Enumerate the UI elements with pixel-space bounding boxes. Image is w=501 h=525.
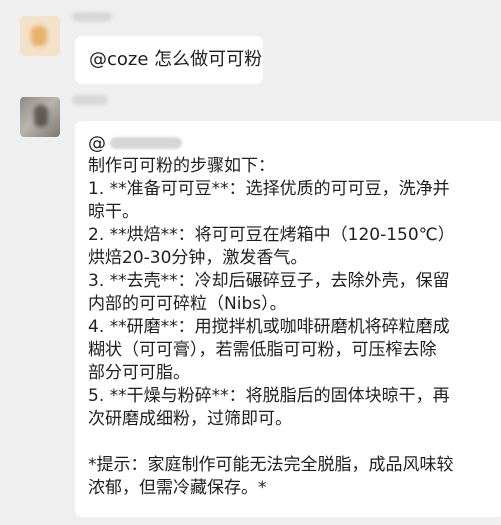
mention-name-redacted [110, 137, 182, 149]
sender-name-redacted [72, 12, 112, 22]
step-2-line: 2. **烘焙**：将可可豆在烤箱中（120-150℃） [88, 225, 455, 245]
tip-line: *提示：家庭制作可能无法完全脱脂，成品风味较 [88, 455, 454, 475]
tip-continuation: 浓郁，但需冷藏保存。* [88, 478, 267, 498]
step-2-continuation: 烘焙20-30分钟，激发香气。 [88, 248, 308, 268]
step-1-continuation: 晾干。 [88, 202, 139, 222]
message-bubble-answer[interactable]: @ 制作可可粉的步骤如下： 1. **准备可可豆**：选择优质的可可豆，洗净并 … [75, 121, 501, 517]
intro-line: 制作可可粉的步骤如下： [88, 156, 275, 176]
step-5-continuation: 次研磨成细粉，过筛即可。 [88, 409, 292, 429]
mention-prefix: @ [88, 133, 106, 154]
message-text: @coze 怎么做可可粉 [89, 49, 263, 70]
step-4-continuation-2: 部分可可脂。 [88, 363, 190, 383]
bot-avatar[interactable] [20, 97, 60, 137]
step-3-line: 3. **去壳**：冷却后碾碎豆子，去除外壳，保留 [88, 271, 450, 291]
sender-avatar[interactable] [20, 16, 60, 56]
avatar-image [34, 105, 48, 127]
bot-name-redacted [72, 95, 108, 105]
message-bubble-question[interactable]: @coze 怎么做可可粉 [75, 36, 263, 84]
mention-line: @ [88, 132, 492, 155]
step-4-continuation: 糊状（可可膏），若需低脂可可粉，可压榨去除 [88, 340, 437, 360]
step-1-line: 1. **准备可可豆**：选择优质的可可豆，洗净并 [88, 179, 450, 199]
avatar-image [31, 26, 47, 46]
step-5-line: 5. **干燥与粉碎**：将脱脂后的固体块晾干，再 [88, 386, 450, 406]
step-3-continuation: 内部的可可碎粒（Nibs）。 [88, 294, 287, 314]
step-4-line: 4. **研磨**：用搅拌机或咖啡研磨机将碎粒磨成 [88, 317, 450, 337]
